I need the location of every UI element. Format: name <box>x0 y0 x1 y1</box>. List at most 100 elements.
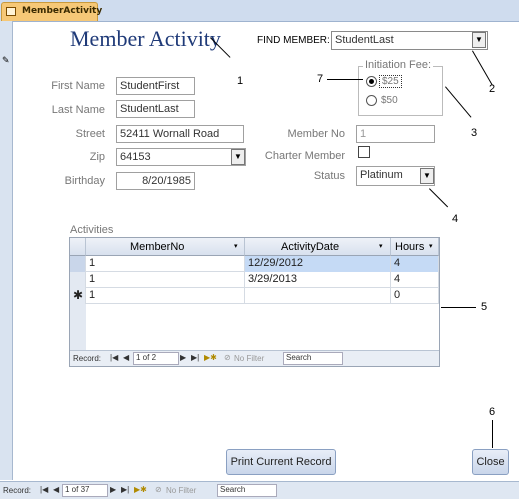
pencil-icon: ✎ <box>2 55 10 65</box>
subform-navigation-bar: Record: |◀ ◀ 1 of 2 ▶ ▶| ▶✱ ⊘ No Filter … <box>70 350 439 366</box>
document-tab-strip: MemberActivity <box>0 0 519 22</box>
nav-new-icon[interactable]: ▶✱ <box>134 485 147 494</box>
dropdown-arrow-icon[interactable]: ▼ <box>420 168 434 184</box>
cell-hours[interactable]: 0 <box>391 288 439 304</box>
record-selector-bar[interactable]: ✎ <box>0 21 13 480</box>
birthday-field[interactable]: 8/20/1985 <box>116 172 195 190</box>
tab-label: MemberActivity <box>22 6 103 16</box>
cell-memberno[interactable]: 1 <box>86 256 245 272</box>
new-record-icon[interactable]: ✱ <box>70 288 86 304</box>
nav-next-icon[interactable]: ▶ <box>180 353 186 362</box>
form-navigation-bar: Record: |◀ ◀ 1 of 37 ▶ ▶| ▶✱ ⊘ No Filter… <box>0 481 519 499</box>
status-label: Status <box>313 170 345 182</box>
fee-option-50-label: $50 <box>381 95 398 106</box>
callout-4: 4 <box>452 213 459 225</box>
nav-search-input[interactable]: Search <box>217 484 277 497</box>
print-current-record-button[interactable]: Print Current Record <box>226 449 336 475</box>
nav-new-icon[interactable]: ▶✱ <box>204 353 217 362</box>
nav-prev-icon[interactable]: ◀ <box>53 485 59 494</box>
nav-filter-label[interactable]: No Filter <box>234 354 264 363</box>
callout-3: 3 <box>471 127 478 139</box>
nav-prev-icon[interactable]: ◀ <box>123 353 129 362</box>
callout-6: 6 <box>489 406 496 418</box>
column-header-memberno-label: MemberNo <box>130 241 185 253</box>
cell-hours[interactable]: 4 <box>391 256 439 272</box>
table-row[interactable]: 1 3/29/2013 4 <box>70 272 439 288</box>
member-no-label: Member No <box>287 128 345 140</box>
nav-position-field[interactable]: 1 of 37 <box>62 484 108 497</box>
tab-memberactivity[interactable]: MemberActivity <box>1 2 102 21</box>
cell-activitydate[interactable] <box>245 288 391 304</box>
activities-label: Activities <box>70 224 114 236</box>
find-member-combo[interactable]: StudentLast <box>331 31 488 50</box>
street-label: Street <box>75 128 105 140</box>
charter-member-label: Charter Member <box>264 150 345 162</box>
filter-icon: ⊘ <box>224 353 231 362</box>
cell-activitydate[interactable]: 3/29/2013 <box>245 272 391 288</box>
nav-first-icon[interactable]: |◀ <box>110 353 118 362</box>
table-row-new[interactable]: ✱ 1 0 <box>70 288 439 304</box>
column-header-hours[interactable]: Hours ▾ <box>391 238 439 256</box>
last-name-label: Last Name <box>51 104 105 116</box>
last-name-field[interactable]: StudentLast <box>116 100 195 118</box>
row-selector[interactable] <box>70 272 86 288</box>
callout-line-6 <box>492 420 493 448</box>
callout-line-5 <box>441 307 476 308</box>
status-value: Platinum <box>360 169 403 181</box>
cell-memberno[interactable]: 1 <box>86 272 245 288</box>
fee-radio-25[interactable] <box>366 76 377 87</box>
dropdown-arrow-icon[interactable]: ▼ <box>231 149 245 165</box>
nav-last-icon[interactable]: ▶| <box>191 353 199 362</box>
form-icon <box>6 7 16 16</box>
zip-value: 64153 <box>120 151 151 163</box>
sort-arrow-icon[interactable]: ▾ <box>379 242 383 250</box>
nav-first-icon[interactable]: |◀ <box>40 485 48 494</box>
row-selector-empty <box>70 304 86 350</box>
column-header-hours-label: Hours <box>395 241 425 253</box>
close-button[interactable]: Close <box>472 449 509 475</box>
member-no-field[interactable]: 1 <box>356 125 435 143</box>
zip-combo[interactable]: 64153 <box>116 148 246 166</box>
street-field[interactable]: 52411 Wornall Road <box>116 125 244 143</box>
first-name-label: First Name <box>51 80 105 92</box>
nav-record-label: Record: <box>73 354 102 363</box>
nav-search-input[interactable]: Search <box>283 352 343 365</box>
row-selector[interactable] <box>70 256 86 272</box>
column-header-activitydate-label: ActivityDate <box>281 241 340 253</box>
callout-2: 2 <box>489 83 496 95</box>
filter-icon: ⊘ <box>155 485 162 494</box>
table-row[interactable]: 1 12/29/2012 4 <box>70 256 439 272</box>
nav-record-label: Record: <box>3 486 32 495</box>
nav-next-icon[interactable]: ▶ <box>110 485 116 494</box>
fee-option-25-label: $25 <box>379 75 402 88</box>
cell-memberno[interactable]: 1 <box>86 288 245 304</box>
nav-position-field[interactable]: 1 of 2 <box>133 352 179 365</box>
select-all-corner[interactable] <box>70 238 86 256</box>
fee-radio-50[interactable] <box>366 95 377 106</box>
charter-member-checkbox[interactable] <box>358 146 370 158</box>
callout-line-7 <box>327 79 363 80</box>
activities-subform[interactable]: MemberNo ▾ ActivityDate ▾ Hours ▾ 1 12/2… <box>69 237 440 367</box>
first-name-field[interactable]: StudentFirst <box>116 77 195 95</box>
sort-arrow-icon[interactable]: ▾ <box>234 242 238 250</box>
dropdown-arrow-icon[interactable]: ▼ <box>472 32 486 48</box>
callout-line-4 <box>429 188 449 208</box>
callout-5: 5 <box>481 301 488 313</box>
find-member-label: FIND MEMBER: <box>257 35 330 46</box>
callout-line-3 <box>445 86 472 118</box>
initiation-fee-label: Initiation Fee: <box>363 59 434 71</box>
find-member-value: StudentLast <box>335 34 394 46</box>
callout-7: 7 <box>317 73 324 85</box>
callout-line-2 <box>472 50 493 86</box>
nav-last-icon[interactable]: ▶| <box>121 485 129 494</box>
birthday-label: Birthday <box>64 175 105 187</box>
column-header-memberno[interactable]: MemberNo ▾ <box>86 238 245 256</box>
form-title: Member Activity <box>70 26 221 51</box>
cell-hours[interactable]: 4 <box>391 272 439 288</box>
cell-activitydate[interactable]: 12/29/2012 <box>245 256 391 272</box>
sort-arrow-icon[interactable]: ▾ <box>429 242 433 250</box>
column-header-activitydate[interactable]: ActivityDate ▾ <box>245 238 391 256</box>
nav-filter-label[interactable]: No Filter <box>166 486 196 495</box>
initiation-fee-group <box>358 66 443 116</box>
radio-dot <box>369 79 374 84</box>
